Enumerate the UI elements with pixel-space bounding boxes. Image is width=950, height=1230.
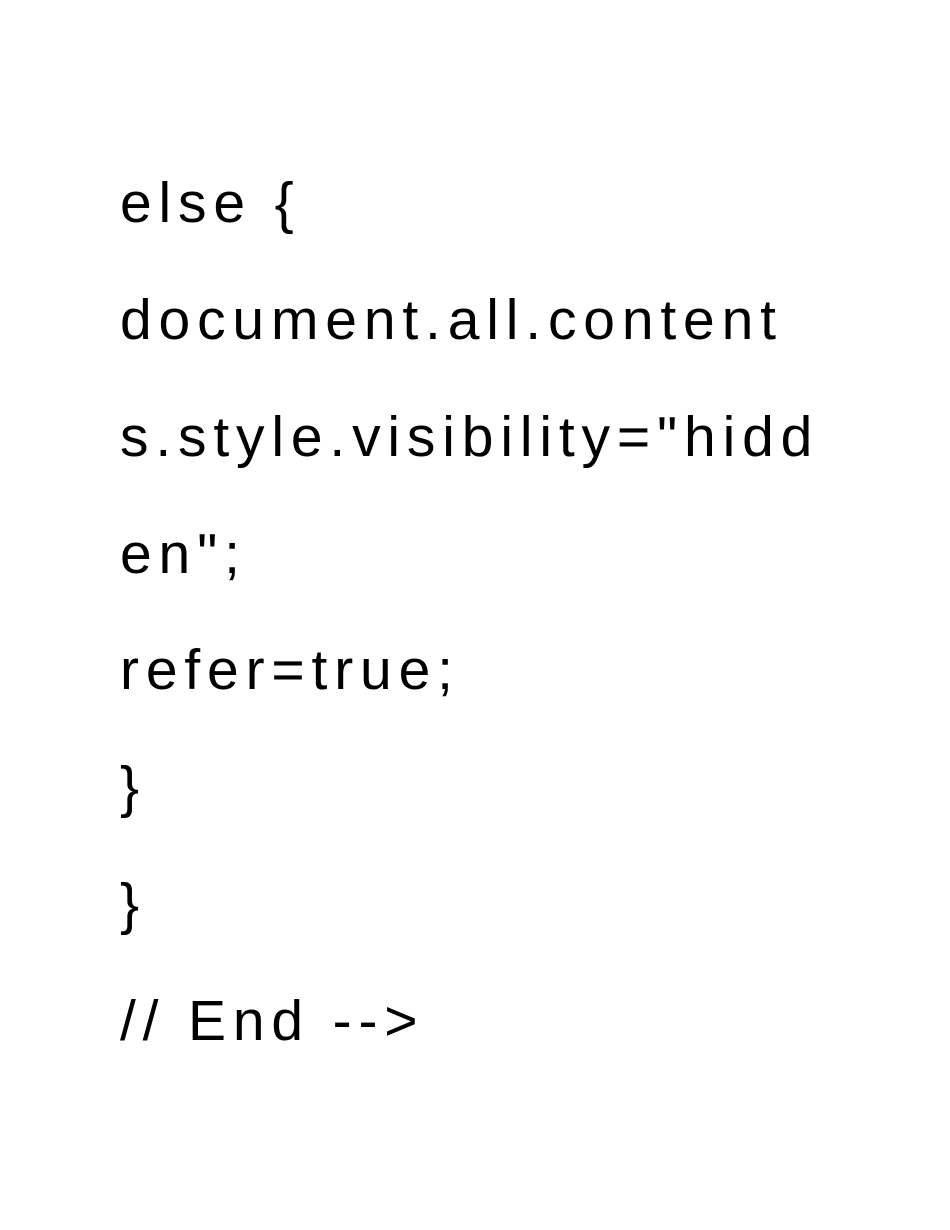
code-line: refer=true;	[120, 612, 830, 729]
code-line: }	[120, 729, 830, 846]
code-line: // End -->	[120, 963, 830, 1080]
code-line: }	[120, 846, 830, 963]
code-line: document.all.contents.style.visibility="…	[120, 262, 830, 613]
code-line: else {	[120, 145, 830, 262]
code-block: else { document.all.contents.style.visib…	[0, 0, 950, 1200]
